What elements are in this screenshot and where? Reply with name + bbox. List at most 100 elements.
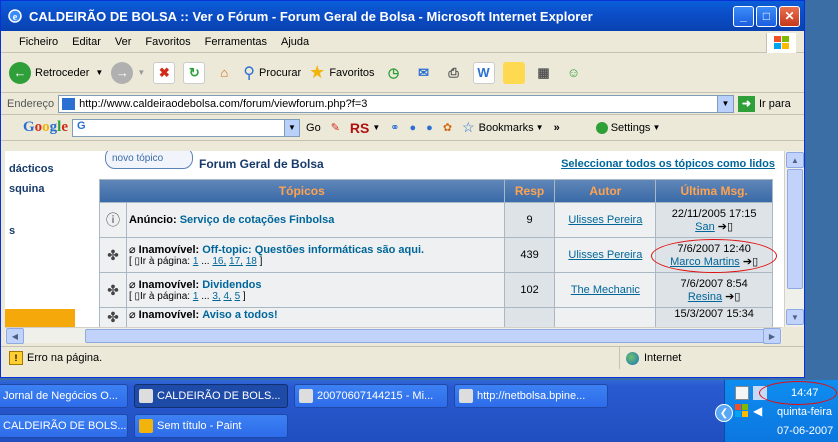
notes-icon[interactable] <box>502 61 525 84</box>
clock-day: quinta-feira <box>777 406 833 418</box>
ie-task-icon <box>139 389 153 403</box>
select-all-read-link[interactable]: Seleccionar todos os tópicos como lidos <box>561 158 775 170</box>
print-icon[interactable]: ⎙ <box>443 62 465 84</box>
new-topic-button[interactable]: novo tópico <box>105 151 193 169</box>
address-input[interactable]: http://www.caldeiraodebolsa.com/forum/vi… <box>58 94 734 113</box>
last-post-user[interactable]: Resina <box>688 291 722 303</box>
research-icon[interactable]: ▦ <box>533 62 555 84</box>
google-search-input[interactable]: G ▼ <box>72 118 301 137</box>
mail-icon[interactable]: ✉ <box>413 62 435 84</box>
horizontal-scroll-thumb[interactable] <box>85 329 765 343</box>
settings-button[interactable]: Settings ▼ <box>595 121 661 134</box>
more-button[interactable]: » <box>554 122 560 134</box>
scroll-down-icon[interactable]: ▼ <box>786 309 804 325</box>
refresh-icon[interactable]: ↻ <box>183 61 206 84</box>
scroll-up-icon[interactable]: ▲ <box>786 152 804 168</box>
title-bar[interactable]: e CALDEIRÃO DE BOLSA :: Ver o Fórum - Fo… <box>1 1 804 31</box>
topic-link[interactable]: Off-topic: Questões informáticas são aqu… <box>202 244 424 256</box>
google-logo[interactable]: Google <box>23 119 68 136</box>
menu-ferramentas[interactable]: Ferramentas <box>205 36 267 48</box>
messenger-icon[interactable]: ☺ <box>563 62 585 84</box>
history-icon[interactable]: ◷ <box>383 62 405 84</box>
back-button[interactable]: ← Retroceder ▼ <box>9 61 103 84</box>
vertical-scroll-thumb[interactable] <box>787 169 803 289</box>
windows-flag-icon[interactable] <box>735 404 749 418</box>
task-caldeirao-2[interactable]: CALDEIRÃO DE BOLS... <box>0 414 128 438</box>
page-link[interactable]: 1 <box>193 291 199 302</box>
topic-link[interactable]: Aviso a todos! <box>202 309 277 321</box>
task-label: Jornal de Negócios O... <box>3 390 118 402</box>
goto-last-post-icon[interactable]: ➔▯ <box>725 291 740 303</box>
forward-dropdown-icon[interactable]: ▼ <box>137 68 145 77</box>
goto-page-label: Ir à página: <box>140 256 191 267</box>
windows-logo-icon <box>766 33 796 53</box>
goto-last-post-icon[interactable]: ➔▯ <box>718 221 733 233</box>
settings-dropdown-icon: ▼ <box>652 123 661 132</box>
home-icon[interactable]: ⌂ <box>213 62 235 84</box>
spellcheck-icon[interactable]: ● <box>410 122 417 134</box>
pagerank-icon[interactable]: ✎ <box>331 121 340 134</box>
autofill-icon[interactable]: ✿ <box>443 121 452 134</box>
task-label: Sem título - Paint <box>157 420 242 432</box>
bookmarks-button[interactable]: ☆ Bookmarks ▼ <box>462 119 544 136</box>
author-link[interactable]: Ulisses Pereira <box>568 214 642 226</box>
author-link[interactable]: Ulisses Pereira <box>568 249 642 261</box>
go-button[interactable]: ➜ Ir para <box>738 95 804 112</box>
stop-icon[interactable]: ✖ <box>153 61 176 84</box>
go-arrow-icon: ➜ <box>738 95 755 112</box>
minimize-button[interactable]: _ <box>733 5 754 27</box>
maximize-button[interactable]: □ <box>756 5 777 27</box>
scroll-left-icon[interactable]: ◀ <box>6 328 24 344</box>
address-label: Endereço <box>7 97 55 110</box>
vertical-scrollbar[interactable]: ▲ ▼ <box>784 151 804 327</box>
page-link[interactable]: 1 <box>193 256 199 267</box>
nav-item-s[interactable]: s <box>9 225 15 237</box>
topic-link[interactable]: Dividendos <box>202 279 261 291</box>
menu-ficheiro[interactable]: Ficheiro <box>19 36 58 48</box>
ie-task-icon <box>459 389 473 403</box>
settings-icon <box>595 121 608 134</box>
page-link[interactable]: 18 <box>246 256 257 267</box>
translate-icon[interactable]: ● <box>426 122 433 134</box>
author-link[interactable]: The Mechanic <box>571 284 640 296</box>
task-netbolsa[interactable]: http://netbolsa.bpine... <box>454 384 608 408</box>
page-link[interactable]: 17, <box>229 256 243 267</box>
task-caldeirao-1[interactable]: CALDEIRÃO DE BOLS... <box>134 384 288 408</box>
topic-link[interactable]: Serviço de cotações Finbolsa <box>180 214 335 226</box>
page-link[interactable]: 4, <box>223 291 231 302</box>
link-icon[interactable]: ⚭ <box>390 121 399 134</box>
address-url: http://www.caldeiraodebolsa.com/forum/vi… <box>79 97 368 110</box>
nav-item-didacticos[interactable]: dácticos <box>9 163 54 175</box>
horizontal-scrollbar[interactable]: ◀ ▶ <box>5 327 782 344</box>
menu-ajuda[interactable]: Ajuda <box>281 36 309 48</box>
java-icon[interactable] <box>735 386 749 400</box>
google-go-button[interactable]: Go <box>306 122 321 134</box>
last-post-user[interactable]: San <box>695 221 715 233</box>
menu-editar[interactable]: Editar <box>72 36 101 48</box>
menu-favoritos[interactable]: Favoritos <box>145 36 190 48</box>
announcement-icon: ⓘ <box>105 212 120 228</box>
forum-name[interactable]: Forum Geral de Bolsa <box>199 157 324 171</box>
search-button[interactable]: ⚲ Procurar <box>243 63 301 83</box>
volume-icon[interactable]: ◀ <box>753 404 767 418</box>
favorites-button[interactable]: ★ Favoritos <box>309 62 374 83</box>
close-button[interactable]: ✕ <box>779 5 800 27</box>
warning-icon[interactable]: ! <box>9 350 23 365</box>
menu-ver[interactable]: Ver <box>115 36 132 48</box>
goto-page-label: Ir à página: <box>140 291 191 302</box>
tray-expand-icon[interactable]: ❮ <box>715 404 733 422</box>
task-paint[interactable]: Sem título - Paint <box>134 414 288 438</box>
address-dropdown-icon[interactable]: ▼ <box>717 95 733 112</box>
rs-button[interactable]: RS ▼ <box>350 120 380 136</box>
back-dropdown-icon[interactable]: ▼ <box>95 68 103 77</box>
scroll-right-icon[interactable]: ▶ <box>763 328 781 344</box>
page-link[interactable]: 5 <box>235 291 241 302</box>
forward-button[interactable]: → ▼ <box>111 61 145 84</box>
task-jornal-negocios[interactable]: Jornal de Negócios O... <box>0 384 128 408</box>
page-link[interactable]: 16, <box>212 256 226 267</box>
page-link[interactable]: 3, <box>212 291 220 302</box>
google-search-dropdown-icon[interactable]: ▼ <box>284 119 300 136</box>
edit-icon[interactable]: W <box>472 61 495 84</box>
task-screenshot-file[interactable]: 20070607144215 - Mi... <box>294 384 448 408</box>
nav-item-esquina[interactable]: squina <box>9 183 44 195</box>
